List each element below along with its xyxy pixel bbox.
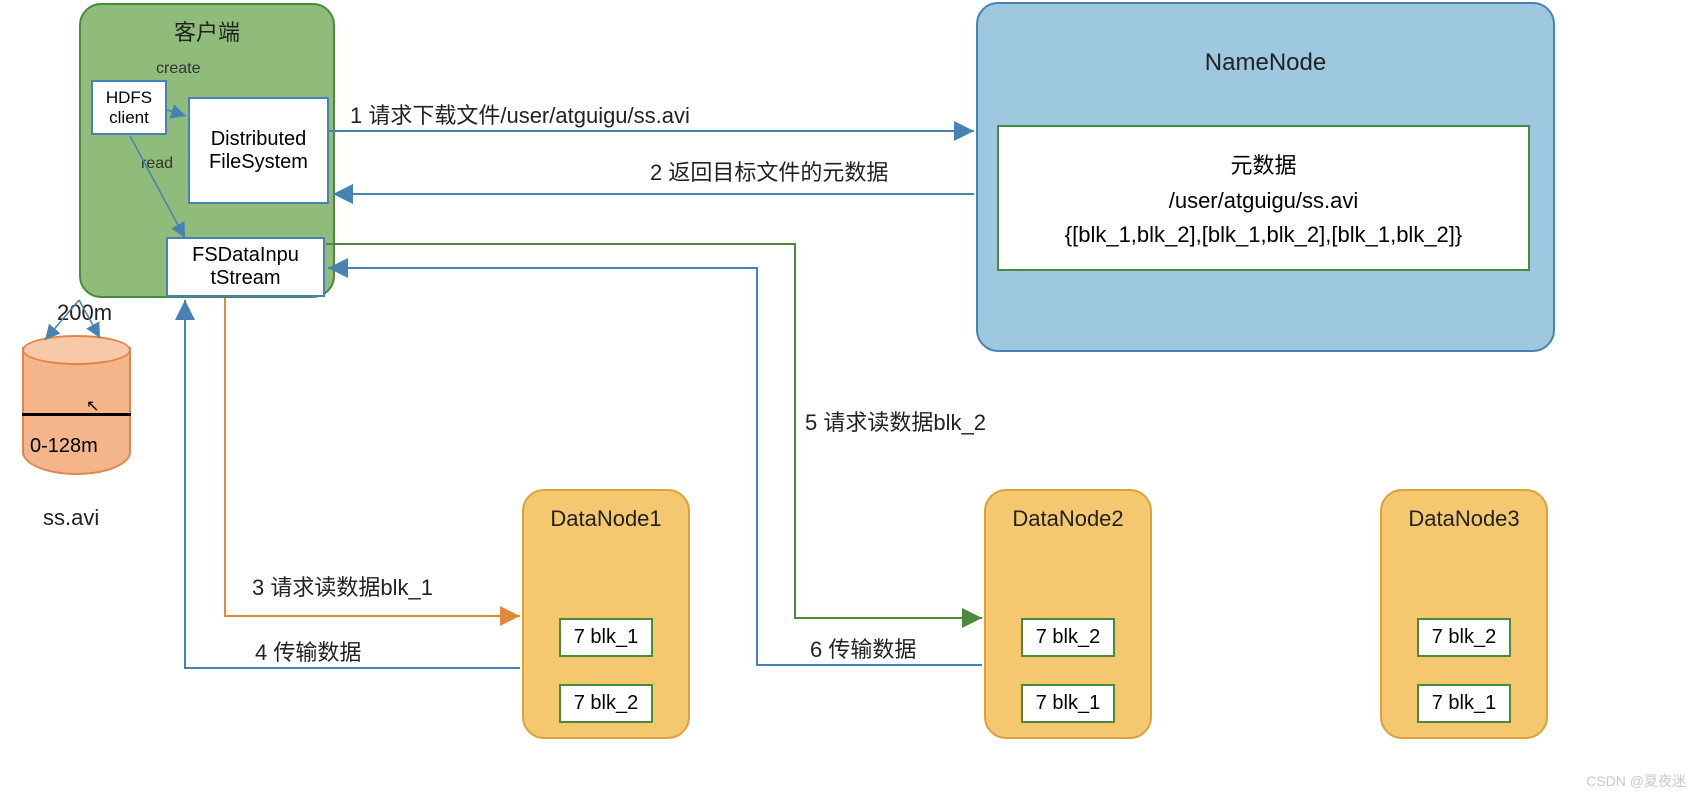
dn2-blk-a: 7 blk_2 <box>1021 618 1115 657</box>
read-label: read <box>141 155 173 173</box>
datanode3-title: DataNode3 <box>1382 506 1546 532</box>
arrow2-label: 2 返回目标文件的元数据 <box>650 155 888 187</box>
arrow3-label: 3 请求读数据blk_1 <box>252 570 433 602</box>
metadata-title: 元数据 <box>1230 148 1296 180</box>
disk-cylinder: 0-128m <box>22 335 127 485</box>
cursor-icon: ↖ <box>86 396 99 416</box>
distributed-filesystem-box: Distributed FileSystem <box>188 97 329 204</box>
dn1-blk-a: 7 blk_1 <box>559 618 653 657</box>
dn2-blk-b: 7 blk_1 <box>1021 684 1115 723</box>
disk-file: ss.avi <box>43 505 99 531</box>
disk-range: 0-128m <box>30 435 98 458</box>
datanode2-title: DataNode2 <box>986 506 1150 532</box>
client-size-label: 200m <box>57 300 112 326</box>
metadata-box: 元数据 /user/atguigu/ss.avi {[blk_1,blk_2],… <box>997 125 1530 271</box>
dn3-blk-b: 7 blk_1 <box>1417 684 1511 723</box>
fsdatainputstream-box: FSDataInpu tStream <box>166 237 325 297</box>
arrow1-label: 1 请求下载文件/user/atguigu/ss.avi <box>350 98 690 130</box>
dn3-blk-a: 7 blk_2 <box>1417 618 1511 657</box>
hdfs-client-box: HDFS client <box>91 80 167 135</box>
arrow4-label: 4 传输数据 <box>255 635 361 667</box>
create-label: create <box>156 60 200 78</box>
client-title: 客户端 <box>81 15 333 47</box>
namenode-title: NameNode <box>978 49 1553 77</box>
metadata-path: /user/atguigu/ss.avi <box>1169 188 1359 214</box>
watermark: CSDN @夏夜迷 <box>1586 771 1686 791</box>
arrow6-label: 6 传输数据 <box>810 632 916 664</box>
datanode1-title: DataNode1 <box>524 506 688 532</box>
dn1-blk-b: 7 blk_2 <box>559 684 653 723</box>
metadata-blocks: {[blk_1,blk_2],[blk_1,blk_2],[blk_1,blk_… <box>1065 222 1463 248</box>
arrow5-label: 5 请求读数据blk_2 <box>805 405 986 437</box>
